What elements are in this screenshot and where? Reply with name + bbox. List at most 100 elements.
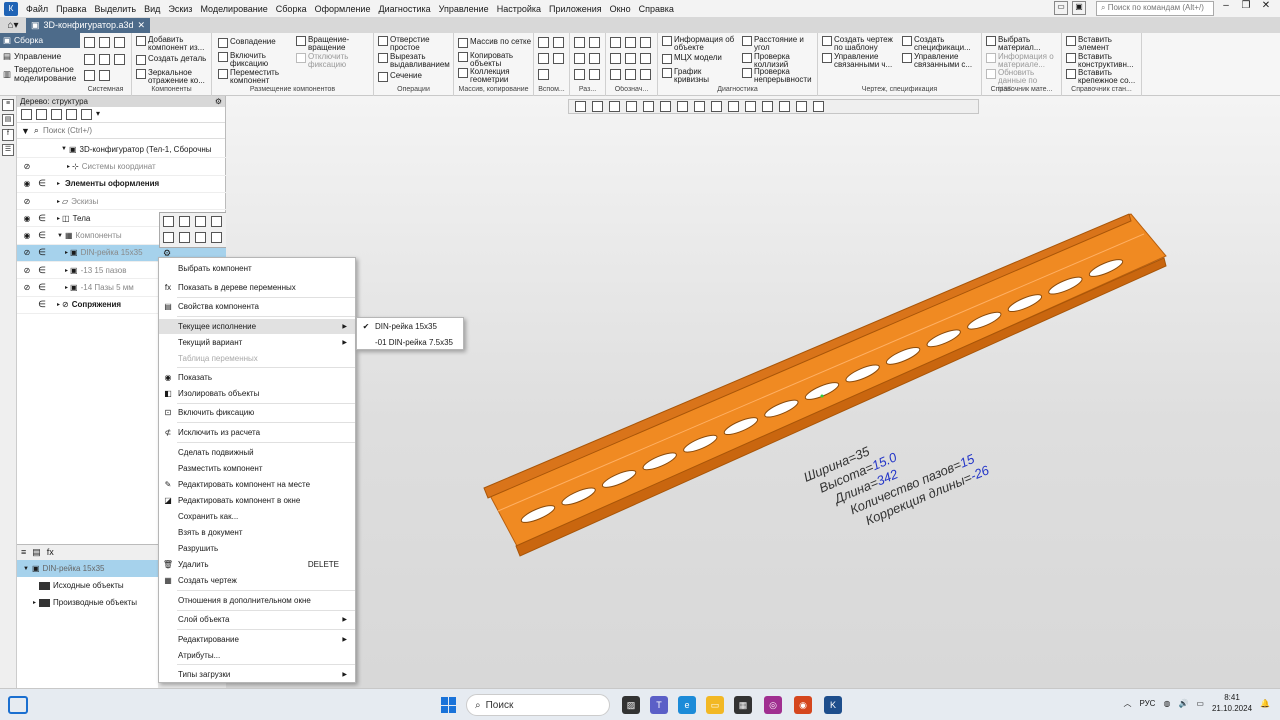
mark-icon[interactable] [640, 53, 651, 64]
toolbar-dropdown-icon[interactable]: ▾ [96, 109, 100, 120]
copy-objects-button[interactable]: Копировать объекты [458, 52, 520, 68]
menu-select-component[interactable]: Выбрать компонент [159, 261, 355, 276]
roughness-icon[interactable] [625, 37, 636, 48]
menu-destroy[interactable]: Разрушить [159, 541, 355, 556]
include-icon[interactable]: ∈ [35, 178, 49, 189]
derived-objects-row[interactable]: ▸ Производные объекты [17, 594, 158, 611]
menu-take-to-document[interactable]: Взять в документ [159, 525, 355, 540]
hide-icon[interactable] [195, 216, 206, 227]
start-button[interactable] [441, 697, 457, 713]
collapse-icon[interactable]: ▼ [61, 146, 67, 152]
hidden-icon[interactable]: ⊘ [19, 283, 35, 292]
curvature-graph-button[interactable]: График кривизны [662, 68, 724, 84]
text-icon[interactable] [640, 69, 651, 80]
insert-fastener-button[interactable]: Вставить крепежное со... [1066, 69, 1138, 85]
menu-select[interactable]: Выделить [91, 4, 141, 14]
tree-row-root[interactable]: ▼ ▣ 3D-конфигуратор (Тел-1, Сборочны [17, 141, 226, 159]
diameter-size-icon[interactable] [589, 53, 600, 64]
menu-isolate-objects[interactable]: ◧ Изолировать объекты [159, 386, 355, 401]
clock[interactable]: 8:41 21.10.2024 [1212, 692, 1252, 714]
teams-icon[interactable]: T [650, 696, 668, 714]
chain-size-icon[interactable] [589, 69, 600, 80]
select-material-button[interactable]: Выбрать материал... [986, 36, 1058, 52]
file-explorer-icon[interactable]: ▭ [706, 696, 724, 714]
volume-icon[interactable]: 🔊 [1178, 699, 1188, 708]
minimize-button[interactable]: – [1216, 0, 1236, 11]
enable-fixation-button[interactable]: Включить фиксацию [218, 52, 280, 68]
csys-icon[interactable] [538, 69, 549, 80]
group-icon[interactable] [66, 109, 77, 120]
sort-icon[interactable] [81, 109, 92, 120]
expand-icon[interactable]: ▸ [57, 301, 60, 308]
hidden-icon[interactable]: ⊘ [19, 266, 35, 275]
linear-size-icon[interactable] [574, 37, 585, 48]
create-spec-button[interactable]: Создать спецификаци... [902, 36, 978, 52]
menu-help[interactable]: Справка [635, 4, 678, 14]
kompas-icon[interactable]: K [824, 696, 842, 714]
close-button[interactable]: ✕ [1256, 0, 1276, 11]
properties-icon[interactable] [163, 216, 174, 227]
menu-enable-fixation[interactable]: ⊡ Включить фиксацию [159, 405, 355, 420]
visible-icon[interactable]: ◉ [19, 179, 35, 188]
plane-icon[interactable] [538, 37, 549, 48]
list-icon[interactable]: ▤ [32, 547, 41, 558]
menu-load-types[interactable]: Типы загрузки ▶ [159, 667, 355, 682]
menu-window[interactable]: Окно [606, 4, 635, 14]
3d-viewport[interactable]: Ширина=35 Высота=15.0 Длина=342 Количест… [226, 96, 1280, 688]
widgets-icon[interactable] [8, 696, 28, 714]
include-icon[interactable]: ∈ [35, 265, 49, 276]
exclude-icon[interactable] [211, 232, 222, 243]
panel-toggle-icon[interactable]: ▭ [1054, 1, 1068, 15]
hole-button[interactable]: Отверстие простое [378, 36, 446, 52]
base-icon[interactable] [640, 37, 651, 48]
mode-solid[interactable]: ▥ Твердотельное моделирование [0, 64, 80, 84]
new-doc-icon[interactable] [84, 37, 95, 48]
mode-assembly[interactable]: ▣ Сборка [0, 33, 80, 48]
menu-component-properties[interactable]: ▤ Свойства компонента [159, 299, 355, 314]
menu-exclude-from-calc[interactable]: ⊄ Исключить из расчета [159, 425, 355, 440]
app2-icon[interactable]: ◉ [794, 696, 812, 714]
angle-size-icon[interactable] [574, 53, 585, 64]
mass-props-button[interactable]: МЦХ модели [662, 54, 722, 64]
expand-icon[interactable]: ▸ [57, 198, 60, 205]
include-icon[interactable]: ∈ [35, 230, 49, 241]
distance-angle-button[interactable]: Расстояние и угол [742, 36, 818, 52]
open-icon[interactable] [99, 37, 110, 48]
variables-icon[interactable]: f [2, 129, 14, 141]
menu-variables-table[interactable]: Таблица переменных [159, 351, 355, 366]
app-icon[interactable]: ◎ [764, 696, 782, 714]
mirror-component-button[interactable]: Зеркальное отражение ко... [136, 69, 208, 85]
save-icon[interactable] [114, 37, 125, 48]
fullscreen-icon[interactable]: ▣ [1072, 1, 1086, 15]
add-component-button[interactable]: Добавить компонент из... [136, 36, 208, 52]
hidden-icon[interactable]: ⊘ [19, 197, 35, 206]
coincidence-button[interactable]: Совпадение [218, 38, 276, 48]
material-info-button[interactable]: Информация о материале... [986, 53, 1058, 69]
menu-settings[interactable]: Настройка [493, 4, 545, 14]
menu-modeling[interactable]: Моделирование [196, 4, 271, 14]
structure-tree-icon[interactable] [21, 109, 32, 120]
menu-current-execution[interactable]: Текущее исполнение ▶ [159, 319, 355, 334]
insert-structural-button[interactable]: Вставить конструктивн... [1066, 53, 1138, 69]
home-tab-icon[interactable]: ⌂▾ [0, 17, 26, 33]
network-icon[interactable]: ◍ [1163, 699, 1170, 708]
hidden-icon[interactable]: ⊘ [19, 248, 35, 257]
table-icon[interactable] [610, 69, 621, 80]
layers-icon[interactable]: ☰ [2, 144, 14, 156]
menu-relations-window[interactable]: Отношения в дополнительном окне [159, 593, 355, 608]
include-icon[interactable]: ∈ [35, 247, 49, 258]
task-view-icon[interactable]: ▨ [622, 696, 640, 714]
menu-edit[interactable]: Правка [52, 4, 90, 14]
tree-search-input[interactable] [42, 124, 221, 137]
create-part-button[interactable]: Создать деталь [136, 55, 206, 65]
leader-icon[interactable] [610, 37, 621, 48]
edge-icon[interactable]: e [678, 696, 696, 714]
menu-delete[interactable]: 🗑 Удалить DELETE [159, 557, 355, 572]
menu-editing[interactable]: Редактирование ▶ [159, 632, 355, 647]
filter-icon[interactable]: ▼ [21, 126, 30, 136]
expand-icon[interactable]: ▸ [65, 267, 68, 274]
cut-extrude-button[interactable]: Вырезать выдавливанием [378, 53, 452, 69]
expand-icon[interactable]: ▸ [65, 249, 68, 256]
language-indicator[interactable]: РУС [1139, 699, 1155, 708]
mode-manage[interactable]: ▤ Управление [0, 51, 80, 62]
